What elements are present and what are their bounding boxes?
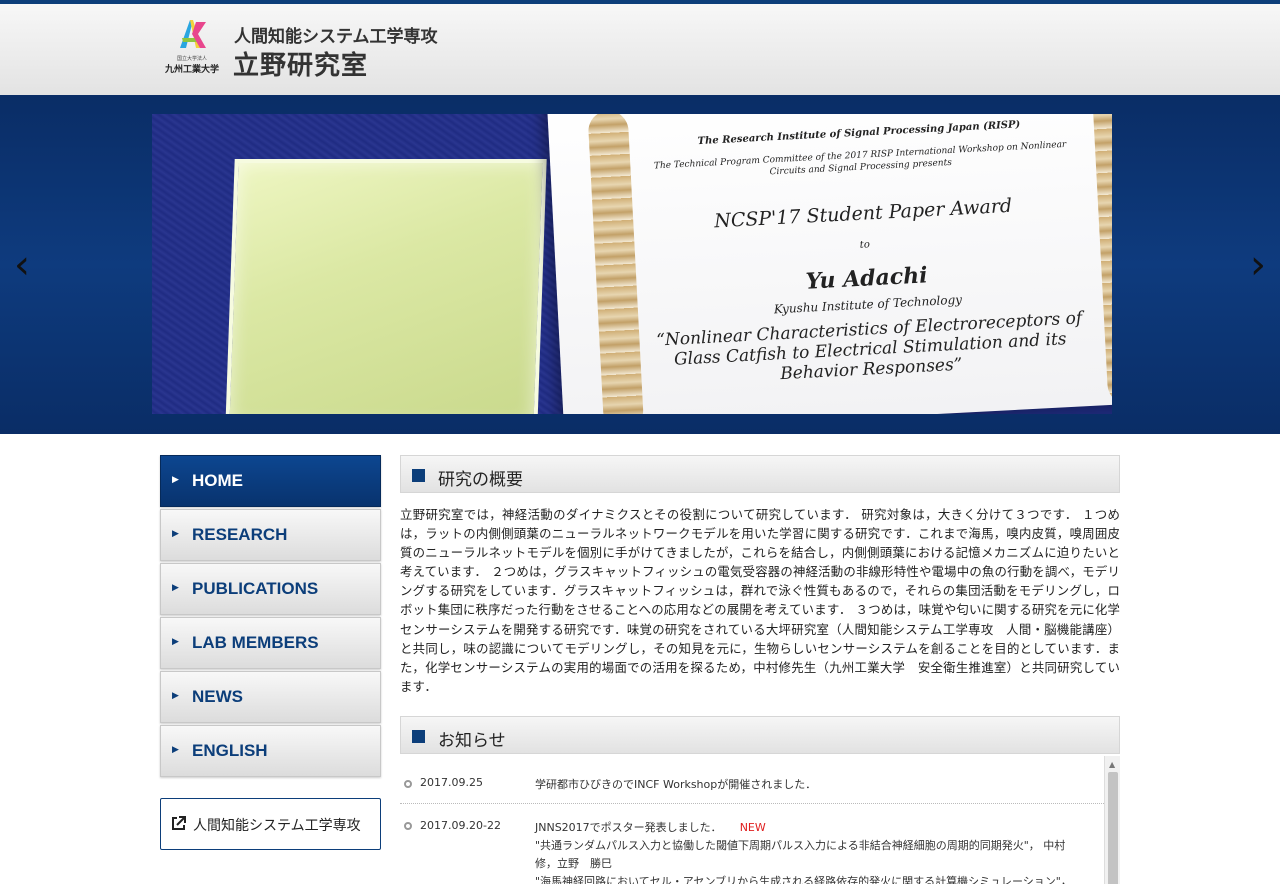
hero-slider: The Research Institute of Signal Process… xyxy=(0,95,1280,434)
sidebar-item-home[interactable]: ▶ HOME xyxy=(160,455,381,507)
news-text[interactable]: 学研都市ひびきのでINCF Workshopが開催されました． xyxy=(535,776,1080,794)
triangle-right-icon: ▶ xyxy=(172,529,179,539)
news-item: 2017.09.20-22 JNNS2017でポスター発表しました． NEW "共… xyxy=(400,804,1104,884)
news-heading: お知らせ xyxy=(400,716,1120,754)
news-list: 2017.09.25 学研都市ひびきのでINCF Workshopが開催されまし… xyxy=(400,756,1120,884)
cert-paper-title: “Nonlinear Characteristics of Electrorec… xyxy=(655,308,1083,385)
logo-subtitle: 国立大学法人 xyxy=(176,56,207,62)
triangle-right-icon: ▶ xyxy=(172,583,179,593)
sidebar-item-lab-members[interactable]: ▶ LAB MEMBERS xyxy=(160,617,381,669)
triangle-right-icon: ▶ xyxy=(172,691,179,701)
sidebar-item-label: ENGLISH xyxy=(192,741,268,760)
overview-body: 立野研究室では，神経活動のダイナミクスとその役割について研究しています． 研究対… xyxy=(400,507,1120,694)
department-name: 人間知能システム工学専攻 xyxy=(234,27,438,47)
sidebar-item-label: HOME xyxy=(192,471,243,490)
sidebar-item-label: NEWS xyxy=(192,687,243,706)
glass-plaque xyxy=(225,159,547,414)
external-link-label: 人間知能システム工学専攻 xyxy=(193,818,361,834)
sidebar-item-label: RESEARCH xyxy=(192,525,288,544)
award-certificate: The Research Institute of Signal Process… xyxy=(547,114,1112,414)
scrollbar-thumb[interactable] xyxy=(1108,772,1118,884)
logo-university-name: 九州工業大学 xyxy=(164,65,219,75)
news-scrollbar[interactable]: ▲ xyxy=(1104,756,1120,884)
news-detail: "海馬神経回路においてセル・アセンブリから生成される経路依存的発火に関する計算機… xyxy=(535,875,1072,884)
slide-background xyxy=(152,114,562,414)
news-date: 2017.09.25 xyxy=(420,776,483,789)
scroll-up-icon[interactable]: ▲ xyxy=(1109,760,1115,769)
news-item: 2017.09.25 学研都市ひびきのでINCF Workshopが開催されまし… xyxy=(400,756,1104,804)
floral-border-right xyxy=(1091,114,1112,406)
overview-title: 研究の概要 xyxy=(438,470,523,490)
news-text[interactable]: JNNS2017でポスター発表しました． xyxy=(535,821,722,834)
triangle-right-icon: ▶ xyxy=(172,475,179,485)
sidebar-item-label: LAB MEMBERS xyxy=(192,633,319,652)
news-title: お知らせ xyxy=(438,731,506,751)
news-detail: "共通ランダムパルス入力と協働した閾値下周期パルス入力による非結合神経細胞の周期… xyxy=(535,839,1077,870)
news-date: 2017.09.20-22 xyxy=(420,819,501,832)
slider-prev-icon[interactable]: ‹ xyxy=(8,245,36,285)
sidebar-item-research[interactable]: ▶ RESEARCH xyxy=(160,509,381,561)
overview-heading: 研究の概要 xyxy=(400,455,1120,493)
new-badge: NEW xyxy=(739,821,766,834)
slide-image: The Research Institute of Signal Process… xyxy=(152,114,1112,414)
floral-border-left xyxy=(587,114,645,414)
square-bullet-icon xyxy=(412,469,425,482)
main-content: 研究の概要 立野研究室では，神経活動のダイナミクスとその役割について研究していま… xyxy=(400,455,1120,884)
sidebar-item-english[interactable]: ▶ ENGLISH xyxy=(160,725,381,777)
sidebar-item-news[interactable]: ▶ NEWS xyxy=(160,671,381,723)
triangle-right-icon: ▶ xyxy=(172,637,179,647)
cert-award: NCSP'17 Student Paper Award xyxy=(713,194,1013,233)
university-logo[interactable]: 国立大学法人 九州工業大学 xyxy=(158,18,226,80)
circle-bullet-icon xyxy=(404,780,412,788)
lab-name[interactable]: 立野研究室 xyxy=(233,45,368,82)
slider-next-icon[interactable]: › xyxy=(1244,245,1272,285)
sidebar-item-label: PUBLICATIONS xyxy=(192,579,319,598)
news-content: JNNS2017でポスター発表しました． NEW "共通ランダムパルス入力と協働し… xyxy=(535,819,1080,884)
sidebar-item-publications[interactable]: ▶ PUBLICATIONS xyxy=(160,563,381,615)
circle-bullet-icon xyxy=(404,822,412,830)
sidebar-nav: ▶ HOME ▶ RESEARCH ▶ PUBLICATIONS ▶ LAB M… xyxy=(160,455,381,779)
university-logo-mark xyxy=(180,20,206,48)
triangle-right-icon: ▶ xyxy=(172,745,179,755)
department-external-link[interactable]: 人間知能システム工学専攻 xyxy=(160,798,381,850)
external-link-icon xyxy=(172,816,186,830)
square-bullet-icon xyxy=(412,730,425,743)
site-header: 国立大学法人 九州工業大学 人間知能システム工学専攻 立野研究室 xyxy=(0,0,1280,95)
